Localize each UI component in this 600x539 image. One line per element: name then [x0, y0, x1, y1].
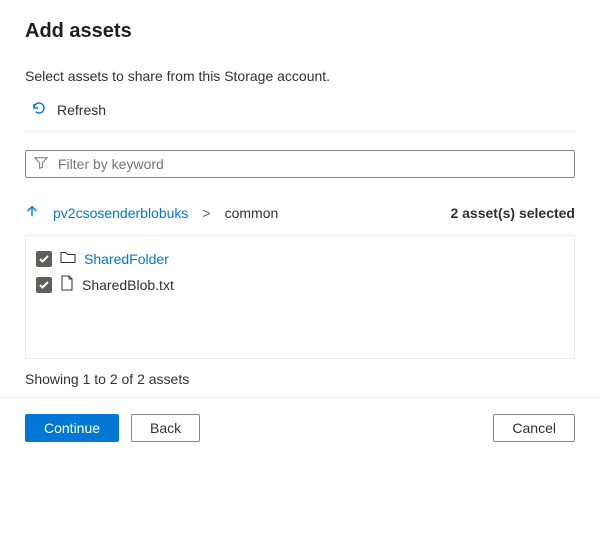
file-icon	[60, 275, 74, 294]
instruction-text: Select assets to share from this Storage…	[25, 68, 575, 84]
filter-input[interactable]	[56, 155, 566, 173]
refresh-label: Refresh	[57, 102, 106, 118]
footer: Continue Back Cancel	[25, 414, 575, 442]
filter-box[interactable]	[25, 150, 575, 178]
breadcrumb-sep: >	[202, 205, 210, 221]
asset-name[interactable]: SharedFolder	[84, 251, 169, 267]
filter-icon	[34, 156, 48, 173]
checkbox[interactable]	[36, 251, 52, 267]
toolbar: Refresh	[25, 98, 575, 132]
refresh-icon	[31, 100, 47, 119]
asset-list: SharedFolder SharedBlob.txt	[25, 235, 575, 359]
refresh-button[interactable]: Refresh	[25, 98, 112, 121]
asset-name: SharedBlob.txt	[82, 277, 174, 293]
checkbox[interactable]	[36, 277, 52, 293]
back-button[interactable]: Back	[131, 414, 200, 442]
list-item[interactable]: SharedFolder	[36, 246, 564, 271]
list-item[interactable]: SharedBlob.txt	[36, 271, 564, 298]
breadcrumb-row: pv2csosenderblobuks > common 2 asset(s) …	[25, 204, 575, 221]
selected-count: 2 asset(s) selected	[450, 205, 575, 221]
up-icon[interactable]	[25, 204, 39, 221]
page-title: Add assets	[25, 20, 575, 43]
breadcrumb: pv2csosenderblobuks > common	[25, 204, 450, 221]
continue-button[interactable]: Continue	[25, 414, 119, 442]
breadcrumb-current: common	[225, 205, 279, 221]
divider	[0, 397, 600, 398]
cancel-button[interactable]: Cancel	[493, 414, 575, 442]
showing-text: Showing 1 to 2 of 2 assets	[25, 371, 575, 387]
folder-icon	[60, 250, 76, 267]
breadcrumb-root[interactable]: pv2csosenderblobuks	[53, 205, 188, 221]
